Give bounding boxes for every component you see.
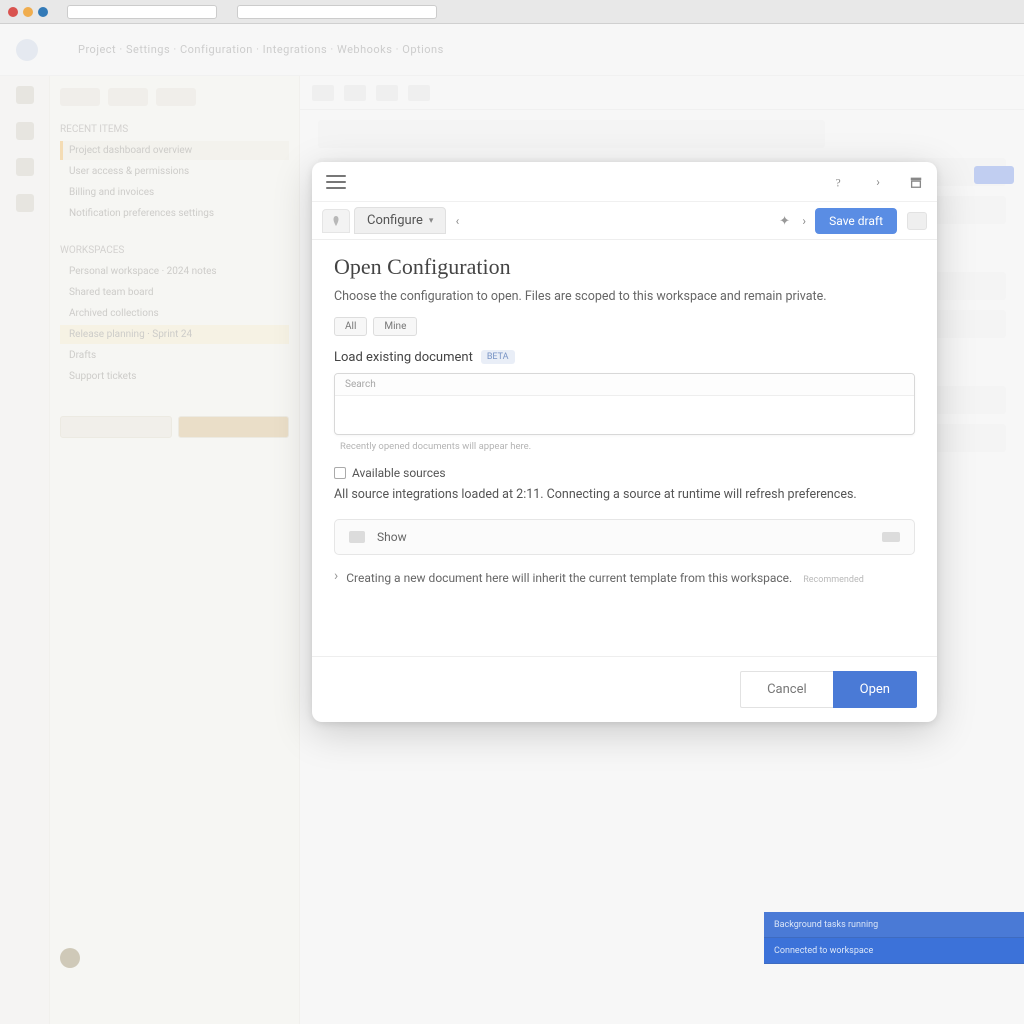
tab-label: Configure: [367, 213, 423, 228]
window-zoom-dot[interactable]: [38, 7, 48, 17]
chevron-down-icon: ▾: [429, 216, 434, 226]
status-text: Connected to workspace: [774, 946, 873, 956]
collapsed-label: Show: [377, 530, 870, 544]
field-label-row: Load existing document BETA: [334, 350, 915, 365]
status-bar-line[interactable]: Background tasks running: [764, 912, 1024, 938]
status-text: Background tasks running: [774, 920, 878, 930]
save-draft-label: Save draft: [829, 214, 883, 228]
beta-badge: BETA: [481, 350, 515, 364]
info-note-tag: Recommended: [803, 575, 864, 585]
section-label-text: Available sources: [352, 466, 446, 480]
info-note: › Creating a new document here will inhe…: [334, 569, 915, 588]
menu-icon[interactable]: [326, 175, 346, 189]
tab-pin-icon[interactable]: [322, 209, 350, 233]
open-label: Open: [860, 682, 890, 697]
filter-chips: All Mine: [334, 317, 915, 336]
bottom-presence: [60, 948, 80, 968]
grid-icon: [334, 467, 346, 479]
browser-chrome: [0, 0, 1024, 24]
status-panel: Background tasks running Connected to wo…: [764, 912, 1024, 964]
modal-subheading: Choose the configuration to open. Files …: [334, 288, 915, 307]
info-note-text: Creating a new document here will inheri…: [346, 571, 792, 585]
open-button[interactable]: Open: [833, 671, 917, 708]
modal-content: Open Configuration Choose the configurat…: [312, 240, 937, 656]
archive-icon[interactable]: [909, 175, 923, 189]
search-input-group: Search: [334, 373, 915, 435]
help-icon[interactable]: ?: [833, 175, 847, 189]
search-input[interactable]: [335, 396, 914, 430]
open-configuration-modal: ? › Configure ▾ ‹ ✦ › Save draft Open Co…: [312, 162, 937, 722]
bullet-icon: ›: [334, 569, 338, 583]
browser-tab[interactable]: [67, 5, 217, 19]
modal-footer: Cancel Open: [312, 656, 937, 722]
modal-toolbar: ? ›: [312, 162, 937, 202]
svg-text:?: ?: [836, 177, 841, 189]
input-hint: Search: [335, 374, 914, 396]
window-minimize-dot[interactable]: [23, 7, 33, 17]
presence-avatar[interactable]: [60, 948, 80, 968]
chevron-right-icon[interactable]: ›: [797, 214, 811, 228]
status-bar-line[interactable]: Connected to workspace: [764, 938, 1024, 964]
save-draft-button[interactable]: Save draft: [815, 208, 897, 234]
helper-text: Recently opened documents will appear he…: [334, 441, 915, 452]
field-label: Load existing document: [334, 350, 473, 365]
section-label: Available sources: [334, 466, 915, 480]
filter-chip-mine[interactable]: Mine: [373, 317, 417, 336]
sparkle-icon[interactable]: ✦: [779, 214, 793, 228]
browser-address-bar[interactable]: [237, 5, 437, 19]
filter-chip-all[interactable]: All: [334, 317, 367, 336]
list-icon: [349, 531, 365, 543]
chevron-right-icon[interactable]: ›: [871, 175, 885, 189]
window-close-dot[interactable]: [8, 7, 18, 17]
chevron-left-icon[interactable]: ‹: [450, 214, 464, 228]
modal-heading: Open Configuration: [334, 254, 915, 280]
section-description: All source integrations loaded at 2:11. …: [334, 486, 915, 505]
modal-tabs: Configure ▾ ‹ ✦ › Save draft: [312, 202, 937, 240]
cancel-button[interactable]: Cancel: [740, 671, 833, 708]
expand-icon: [882, 532, 900, 542]
more-options-button[interactable]: [907, 212, 927, 230]
collapsed-panel[interactable]: Show: [334, 519, 915, 555]
cancel-label: Cancel: [767, 682, 807, 697]
tab-configure[interactable]: Configure ▾: [354, 207, 446, 234]
